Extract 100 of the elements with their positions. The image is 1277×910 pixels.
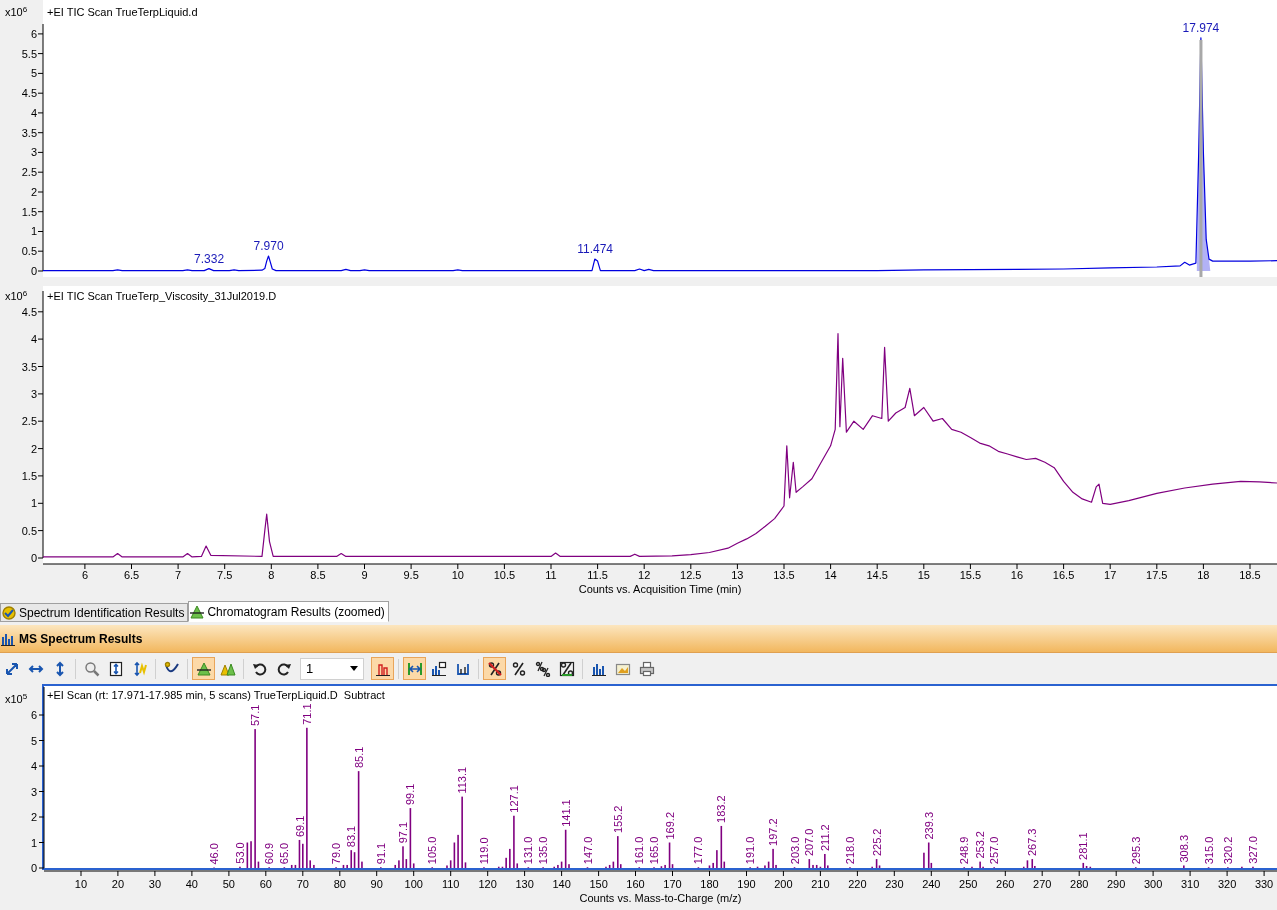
- undo-icon: [251, 660, 268, 677]
- axis-tick-label: 4.5: [21, 87, 37, 100]
- peak-label: 71.1: [300, 703, 313, 725]
- axis-tick-label: 240: [922, 878, 941, 890]
- axis-title: Counts vs. Acquisition Time (min): [578, 583, 742, 595]
- axis-tick-label: 2: [30, 442, 37, 455]
- axis-tick-label: 30: [148, 878, 162, 890]
- axis-tick-label: 140: [552, 878, 571, 890]
- axis-scale-label: x10$^{6}$: [5, 289, 28, 302]
- crossed-percent-button[interactable]: [483, 657, 506, 680]
- peak-label: 295.3: [1129, 836, 1142, 865]
- axis-tick-label: 6.5: [123, 569, 140, 581]
- peak-label: 161.0: [633, 836, 646, 865]
- axis-tick-label: 18.5: [1239, 569, 1261, 581]
- peak-label: 197.2: [767, 818, 780, 846]
- axis-tick-label: 1: [30, 225, 37, 238]
- axis-tick-label: 16: [1010, 569, 1024, 581]
- axis-tick-label: 0: [30, 265, 37, 277]
- fit-width-button[interactable]: [403, 657, 426, 680]
- axis-tick-label: 0.5: [21, 245, 37, 258]
- axis-tick-label: 12.5: [680, 569, 702, 581]
- peak-label: 46.0: [208, 843, 221, 865]
- peak-label: 57.1: [249, 704, 262, 727]
- axis-tick-label: 80: [333, 878, 346, 890]
- percent-icon: [510, 660, 527, 677]
- axis-tick-label: 320: [1217, 878, 1237, 890]
- peak-label: 248.9: [958, 836, 971, 865]
- axis-tick-label: 1: [30, 836, 37, 849]
- axis-tick-label: 6: [30, 27, 37, 40]
- axis-tick-label: 3: [30, 387, 37, 400]
- peak-label: 308.3: [1177, 834, 1190, 863]
- axis-tick-label: 11: [545, 569, 557, 581]
- boxed-percent-icon: [558, 660, 575, 677]
- peak-icon: [189, 603, 206, 620]
- axis-tick-label: 4: [30, 333, 37, 346]
- number-dropdown[interactable]: 1: [300, 657, 364, 680]
- axis-tick-label: 12: [638, 569, 651, 581]
- axis-tick-label: 200: [774, 878, 793, 890]
- axis-scale-label: x10$^{6}$: [5, 5, 28, 18]
- axis-tick-label: 160: [626, 878, 645, 890]
- axis-tick-label: 120: [478, 878, 497, 890]
- check-badge-icon: [1, 604, 17, 621]
- peak-label: 7.970: [253, 239, 284, 253]
- axis-tick-label: 3: [30, 146, 37, 159]
- peak-button[interactable]: [192, 657, 215, 680]
- axis-tick-label: 4: [30, 106, 37, 119]
- peak-label: 141.1: [559, 799, 572, 827]
- expand-arrows-icon: [3, 660, 20, 677]
- axis-tick-label: 10: [74, 878, 88, 890]
- print-icon: [638, 660, 655, 677]
- chart-export-icon: [430, 660, 447, 677]
- peak-icon: [195, 660, 212, 677]
- peak-label: 207.0: [803, 828, 816, 857]
- tab[interactable]: Chromatogram Results (zoomed): [188, 601, 389, 622]
- axis-tick-label: 14.5: [866, 569, 888, 581]
- axis-tick-label: 9: [361, 569, 368, 581]
- tab[interactable]: Spectrum Identification Results: [0, 603, 189, 622]
- axis-tick-label: 2.5: [21, 415, 37, 428]
- axis-tick-label: 2.5: [21, 166, 37, 179]
- peak-label: 155.2: [611, 805, 624, 834]
- peak-label: 211.2: [818, 824, 831, 851]
- axis-tick-label: 170: [663, 878, 682, 890]
- peak-label: 131.0: [522, 836, 535, 865]
- axis-tick-label: 180: [700, 878, 719, 890]
- axis-tick-label: 4.5: [21, 305, 37, 318]
- peak-label: 79.0: [330, 842, 343, 865]
- axis-tick-label: 280: [1070, 878, 1089, 890]
- axis-tick-label: 130: [515, 878, 534, 890]
- chart-title: +EI Scan (rt: 17.971-17.985 min, 5 scans) TrueTerpLiquid.D Subtract: [47, 689, 385, 701]
- fit-height-icon: [107, 660, 124, 677]
- double-percent-icon: [534, 660, 551, 677]
- crossed-percent-icon: [486, 660, 503, 677]
- axis-tick-label: 110: [441, 878, 460, 890]
- axis-tick-label: 3.5: [21, 126, 37, 139]
- axis-tick-label: 1.5: [21, 205, 37, 218]
- axis-tick-label: 230: [885, 878, 904, 890]
- axis-tick-label: 14: [824, 569, 837, 581]
- cursor-line[interactable]: [1199, 40, 1203, 277]
- axis-tick-label: 310: [1180, 878, 1200, 890]
- axis-tick-label: 4: [30, 760, 37, 773]
- axis-tick-label: 10: [451, 569, 464, 581]
- peak-label: 169.2: [663, 811, 676, 840]
- axis-tick-label: 15: [917, 569, 930, 581]
- peak-label: 7.332: [194, 251, 225, 266]
- axis-scale-label: x10$^{5}$: [5, 692, 28, 705]
- bar-button[interactable]: [371, 657, 394, 680]
- peak-label: 253.2: [974, 831, 987, 859]
- axis-tick-label: 40: [185, 878, 198, 890]
- axis-tick-label: 6: [30, 709, 37, 722]
- autoscale-icon: [131, 660, 148, 677]
- peak-label: 327.0: [1247, 836, 1259, 864]
- peak-label: 165.0: [648, 836, 660, 865]
- axis-tick-label: 60: [259, 878, 272, 890]
- axis-tick-label: 11.5: [587, 569, 608, 581]
- axis-tick-label: 50: [222, 878, 235, 890]
- axis-tick-label: 16.5: [1052, 569, 1075, 581]
- peak-label: 191.0: [744, 836, 757, 865]
- axis-tick-label: 3: [30, 785, 37, 798]
- peak-label: 69.1: [293, 815, 306, 837]
- peak-label: 203.0: [788, 836, 801, 865]
